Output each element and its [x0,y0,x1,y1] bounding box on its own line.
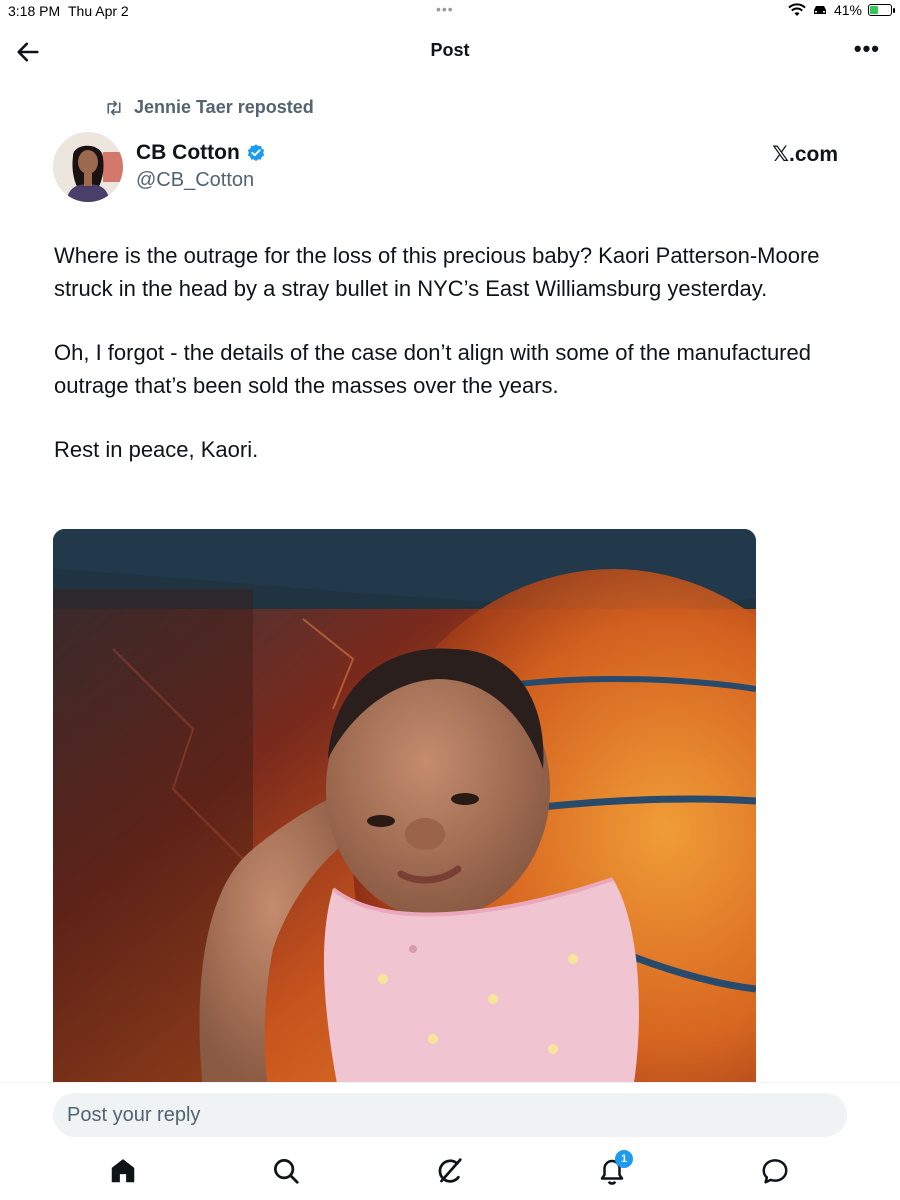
grok-icon[interactable] [434,1156,464,1186]
page-title: Post [430,40,470,60]
status-right: 41% [788,2,895,18]
post-paragraph: Rest in peace, Kaori. [54,437,259,462]
battery-charging-icon [868,4,895,16]
repost-indicator[interactable]: Jennie Taer reposted [104,97,314,118]
author-name-text: CB Cotton [136,141,240,164]
status-bar: 3:18 PM Thu Apr 2 ••• 41% [0,0,900,24]
reply-input[interactable] [53,1093,847,1137]
verified-badge-icon [247,144,264,162]
wifi-icon [788,3,806,16]
battery-fill [870,6,878,14]
source-link[interactable]: 𝕏.com [772,142,838,167]
post-paragraph: Oh, I forgot - the details of the case d… [54,340,811,398]
car-icon [813,6,826,14]
repost-label: Jennie Taer reposted [134,97,314,117]
avatar[interactable] [53,132,123,202]
multitasking-dots-icon[interactable]: ••• [436,1,454,17]
status-time: 3:18 PM [8,3,61,19]
post-body: Where is the outrage for the loss of thi… [54,240,844,499]
home-icon[interactable] [108,1156,138,1186]
nav-header: Post ••• [0,24,900,78]
battery-percent: 41% [833,2,862,18]
repost-icon [107,100,121,115]
more-horizontal-icon[interactable]: ••• [854,36,880,62]
status-date: Thu Apr 2 [68,3,129,19]
messages-icon[interactable] [760,1156,790,1186]
notifications-tab[interactable]: 1 [597,1150,633,1186]
notification-badge: 1 [615,1150,633,1168]
post-photo[interactable] [53,529,756,1089]
author-name[interactable]: CB Cotton [136,141,266,165]
search-icon[interactable] [271,1156,301,1186]
author-handle[interactable]: @CB_Cotton [136,169,254,192]
post-paragraph: Where is the outrage for the loss of thi… [54,243,820,301]
tab-bar: 1 [0,1150,900,1196]
